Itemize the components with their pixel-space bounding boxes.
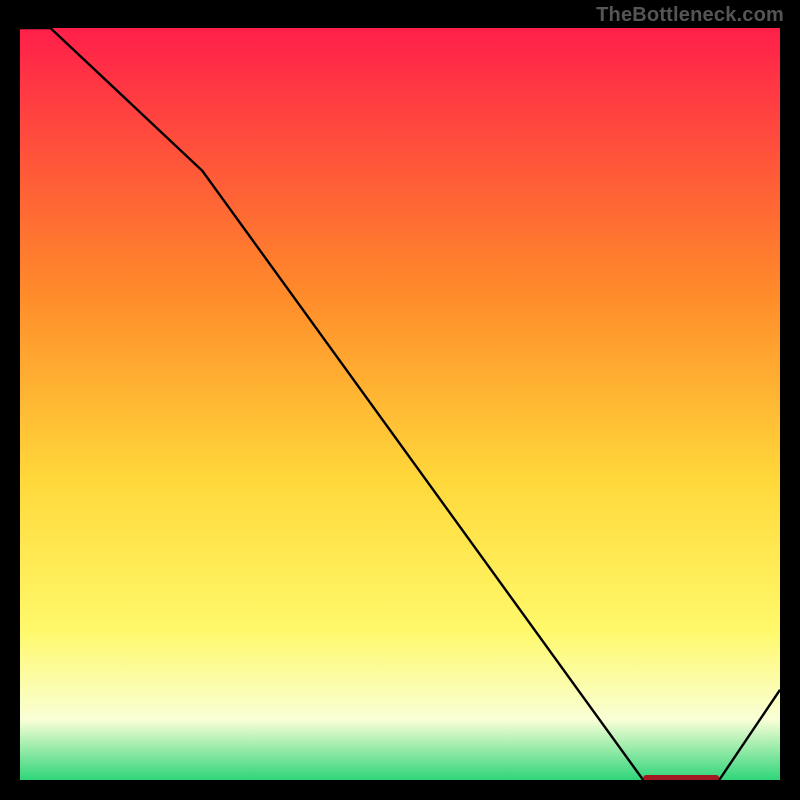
optimal-marker [643,775,719,780]
gradient-fill [20,28,780,780]
bottleneck-chart [20,28,780,780]
watermark-text: TheBottleneck.com [596,4,784,27]
